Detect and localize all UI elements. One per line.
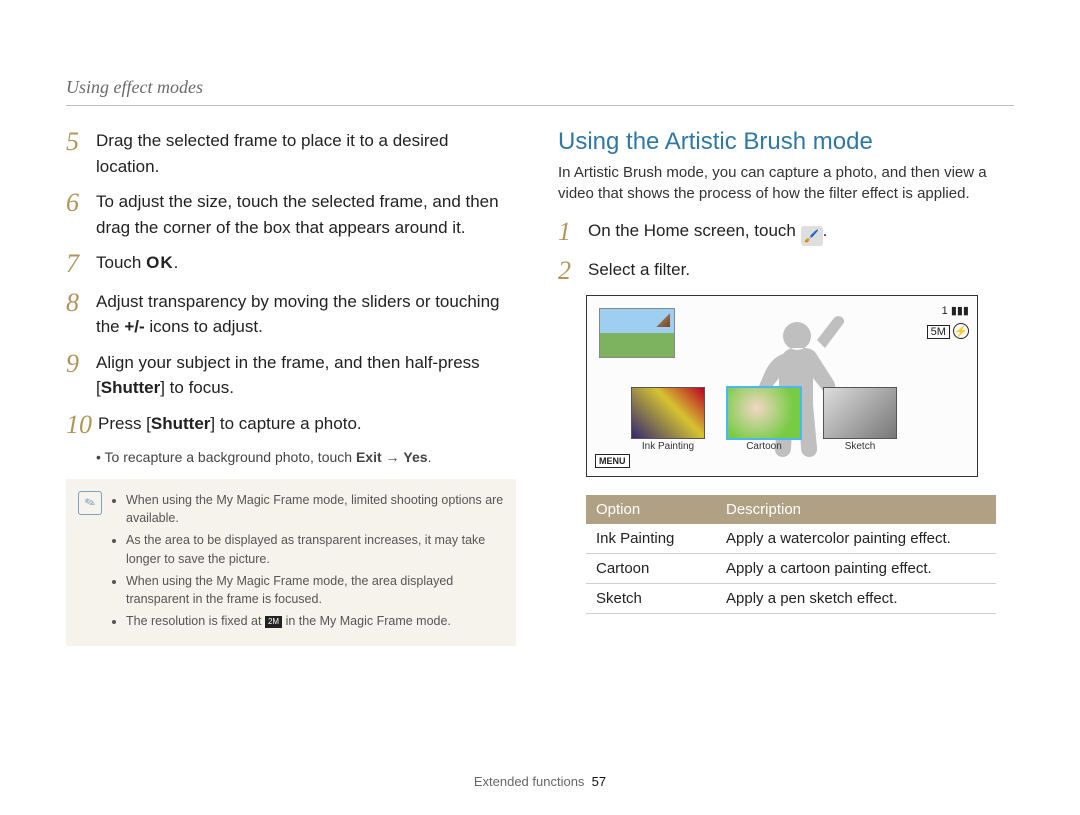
filter-thumb-sketch: Sketch — [823, 387, 897, 452]
step-number: 9 — [66, 350, 90, 379]
step-10: 10 Press [Shutter] to capture a photo. — [66, 411, 516, 440]
thumb-label: Ink Painting — [631, 441, 705, 452]
resolution-icon: 2M — [265, 616, 282, 628]
text: . — [174, 253, 179, 272]
camera-lcd-illustration: 1 ▮▮▮ 5M ⚡ Ink Painting Cartoon Sketch M… — [586, 295, 978, 477]
page-footer: Extended functions 57 — [0, 774, 1080, 789]
step-7: 7 Touch OK. — [66, 250, 516, 279]
note-icon: ✎ — [78, 491, 102, 515]
tip-item: When using the My Magic Frame mode, limi… — [126, 491, 504, 527]
menu-button: MENU — [595, 454, 630, 468]
text: ] to capture a photo. — [210, 414, 361, 433]
step-number: 10 — [66, 411, 92, 440]
text: icons to adjust. — [145, 317, 263, 336]
filter-thumb-ink: Ink Painting — [631, 387, 705, 452]
text: ] to focus. — [160, 378, 234, 397]
step-text: Adjust transparency by moving the slider… — [96, 289, 516, 340]
thumb-label: Sketch — [823, 441, 897, 452]
table-row: Ink Painting Apply a watercolor painting… — [586, 524, 996, 554]
plus-minus-label: +/- — [124, 317, 144, 336]
lcd-indicators: 1 ▮▮▮ 5M ⚡ — [927, 304, 969, 345]
desc-cell: Apply a cartoon painting effect. — [716, 554, 996, 584]
filter-thumb-cartoon: Cartoon — [727, 387, 801, 452]
step-number: 2 — [558, 257, 582, 286]
desc-cell: Apply a watercolor painting effect. — [716, 524, 996, 554]
step-number: 6 — [66, 189, 90, 218]
table-row: Cartoon Apply a cartoon painting effect. — [586, 554, 996, 584]
option-cell: Cartoon — [586, 554, 716, 584]
ok-icon: OK — [146, 250, 174, 276]
shutter-label: Shutter — [151, 414, 211, 433]
step-9: 9 Align your subject in the frame, and t… — [66, 350, 516, 401]
step-2: 2 Select a filter. — [558, 257, 1018, 286]
step-1: 1 On the Home screen, touch 🖌️. — [558, 218, 1018, 247]
desc-cell: Apply a pen sketch effect. — [716, 584, 996, 614]
step-text: Select a filter. — [588, 257, 690, 283]
text: To recapture a background photo, touch — [105, 449, 356, 465]
table-header-option: Option — [586, 495, 716, 524]
text: Press [ — [98, 414, 151, 433]
exit-label: Exit — [356, 449, 382, 465]
shutter-label: Shutter — [101, 378, 161, 397]
text: Touch — [96, 253, 146, 272]
preview-thumbnail — [599, 308, 675, 358]
step-5: 5 Drag the selected frame to place it to… — [66, 128, 516, 179]
thumb-label: Cartoon — [727, 441, 801, 452]
flash-icon: ⚡ — [953, 323, 969, 339]
artistic-brush-mode-icon: 🖌️ — [801, 226, 823, 246]
step-text: Press [Shutter] to capture a photo. — [98, 411, 362, 437]
step-6: 6 To adjust the size, touch the selected… — [66, 189, 516, 240]
text: . — [823, 221, 828, 240]
filter-thumbnails: Ink Painting Cartoon Sketch — [631, 387, 897, 452]
step-number: 5 — [66, 128, 90, 157]
text: The resolution is fixed at — [126, 614, 265, 628]
table-row: Sketch Apply a pen sketch effect. — [586, 584, 996, 614]
step-10-sub: To recapture a background photo, touch E… — [96, 449, 516, 465]
tips-box: ✎ When using the My Magic Frame mode, li… — [66, 479, 516, 646]
step-8: 8 Adjust transparency by moving the slid… — [66, 289, 516, 340]
table-header-description: Description — [716, 495, 996, 524]
arrow-icon: → — [382, 449, 404, 465]
step-text: Align your subject in the frame, and the… — [96, 350, 516, 401]
option-cell: Sketch — [586, 584, 716, 614]
step-number: 8 — [66, 289, 90, 318]
shots-remaining: 1 ▮▮▮ — [927, 304, 969, 317]
text: . — [428, 449, 432, 465]
tip-item: When using the My Magic Frame mode, the … — [126, 572, 504, 608]
tip-item: The resolution is fixed at 2M in the My … — [126, 612, 504, 630]
text: On the Home screen, touch — [588, 221, 801, 240]
left-column: 5 Drag the selected frame to place it to… — [66, 128, 516, 646]
section-intro: In Artistic Brush mode, you can capture … — [558, 162, 1018, 204]
step-text: To adjust the size, touch the selected f… — [96, 189, 516, 240]
step-text: Touch OK. — [96, 250, 178, 276]
step-number: 1 — [558, 218, 582, 247]
yes-label: Yes — [403, 449, 427, 465]
page-header: Using effect modes — [66, 77, 1014, 106]
resolution-indicator: 5M — [927, 325, 950, 339]
section-title: Using the Artistic Brush mode — [558, 128, 1018, 156]
option-cell: Ink Painting — [586, 524, 716, 554]
page-number: 57 — [592, 774, 606, 789]
step-text: Drag the selected frame to place it to a… — [96, 128, 516, 179]
step-text: On the Home screen, touch 🖌️. — [588, 218, 827, 246]
step-number: 7 — [66, 250, 90, 279]
options-table: Option Description Ink Painting Apply a … — [586, 495, 996, 614]
battery-icon: ▮▮▮ — [951, 305, 969, 317]
footer-section: Extended functions — [474, 774, 585, 789]
text: in the My Magic Frame mode. — [282, 614, 451, 628]
right-column: Using the Artistic Brush mode In Artisti… — [558, 128, 1018, 614]
tip-item: As the area to be displayed as transpare… — [126, 531, 504, 567]
